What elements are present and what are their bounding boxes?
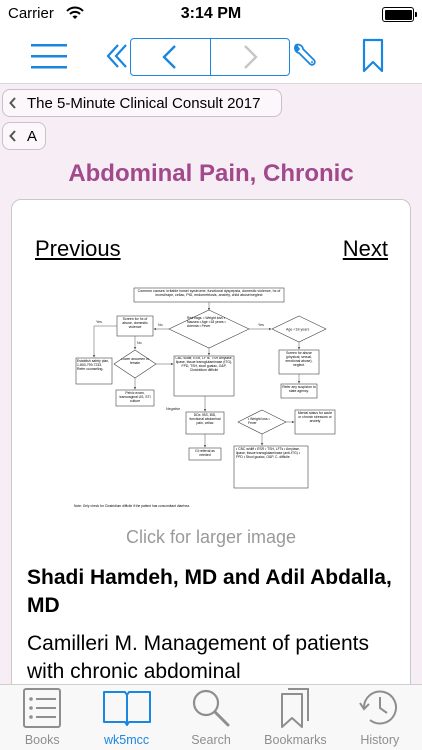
magnifier-icon — [192, 689, 230, 727]
flowchart-image[interactable]: Common causes: irritable bowel syndrome,… — [74, 286, 360, 518]
tab-search[interactable]: Search — [169, 685, 253, 750]
flowchart-diagram: Common causes: irritable bowel syndrome,… — [74, 287, 336, 508]
double-chevron-left-icon — [106, 44, 127, 68]
bookmark-icon — [362, 38, 384, 73]
flow-screen-abuse: Screen for hx of abuse, domestic violenc… — [122, 317, 148, 329]
back-button[interactable] — [131, 39, 211, 75]
books-list-icon — [23, 688, 62, 728]
authors: Shadi Hamdeh, MD and Adil Abdalla, MD — [27, 566, 392, 617]
flow-cbc-workup: CBC w/diff, ESR, LFTs, TSH amylase, lipa… — [175, 357, 233, 372]
breadcrumb-letter[interactable]: A — [2, 122, 46, 150]
flow-age-18: Age <18 years — [286, 328, 309, 332]
chevron-left-icon — [9, 97, 17, 109]
chevron-right-icon — [243, 45, 258, 69]
flow-note: Note: Only check for Clostridium diffici… — [74, 504, 190, 508]
tab-wk5mcc-label: wk5mcc — [104, 733, 150, 747]
toolbar — [0, 28, 422, 84]
flow-yes-label: Yes — [258, 323, 264, 327]
chevron-left-icon — [9, 130, 17, 142]
tab-bookmarks-label: Bookmarks — [264, 733, 327, 747]
page-title: Abdominal Pain, Chronic — [68, 160, 354, 187]
battery-icon — [382, 7, 417, 22]
flow-weight-loss-fever: • Weight loss • Fever — [248, 417, 270, 425]
flow-safety-plan: Establish safety plan, 1-800-799-7233. R… — [77, 359, 110, 371]
next-link[interactable]: Next — [343, 236, 388, 262]
larger-image-link[interactable]: Click for larger image — [12, 527, 410, 548]
wrench-icon — [294, 43, 316, 66]
clock-icon — [358, 690, 397, 725]
flow-workup-list: • CBC w/diff • ESR • TSH, LFTs • Amylase… — [236, 447, 300, 459]
flow-no-label: No — [158, 323, 163, 327]
flow-lower-abdomen: Lower abdomen of female — [121, 358, 149, 365]
page-nav-group — [130, 38, 290, 76]
bookmarks-icon — [281, 688, 310, 728]
flow-screen-physical: Screen for abuse (physical, sexual, emot… — [285, 351, 313, 367]
tab-wk5mcc[interactable]: wk5mcc — [84, 685, 168, 750]
flow-refer-authority: Refer any suspicion to state agency. — [282, 385, 316, 393]
hamburger-icon — [31, 44, 67, 69]
breadcrumb-book-label: The 5-Minute Clinical Consult 2017 — [27, 94, 261, 112]
flow-gi-referral: GI referral as needed — [195, 449, 215, 457]
flow-red-flags: Red flags: • Weight loss • Nausea • Age … — [187, 316, 226, 328]
bookmark-button[interactable] — [358, 36, 388, 76]
breadcrumb-letter-label: A — [27, 127, 38, 145]
tab-books[interactable]: Books — [0, 685, 84, 750]
menu-button[interactable] — [24, 36, 74, 76]
flow-pelvic-exam: Pelvic exam, transvaginal US, STI cultur… — [119, 391, 151, 403]
flow-common-causes: Common causes: irritable bowel syndrome,… — [137, 289, 281, 298]
status-time: 3:14 PM — [180, 5, 242, 22]
chevron-left-icon — [162, 45, 177, 69]
content-card: Previous Next Common causes: irritable b… — [11, 199, 411, 750]
status-bar: Carrier 3:14 PM — [0, 0, 422, 28]
reference-text[interactable]: Camilleri M. Management of patients with… — [27, 630, 402, 686]
tab-history-label: History — [360, 733, 400, 747]
tab-bookmarks[interactable]: Bookmarks — [253, 685, 337, 750]
tab-bar: Books wk5mcc Search Bookmarks History — [0, 684, 422, 750]
flow-mental-status: Mental status for acute or chronic stres… — [297, 411, 333, 423]
tab-search-label: Search — [191, 733, 231, 747]
previous-link[interactable]: Previous — [35, 236, 121, 262]
flow-ddx: DDx: IBS, IBD, functional abdominal pain… — [189, 413, 221, 425]
forward-button[interactable] — [211, 39, 290, 75]
settings-button[interactable] — [290, 38, 320, 74]
flow-yes-label: Yes — [96, 320, 102, 324]
open-book-icon — [102, 691, 151, 726]
flow-no-label: No — [137, 341, 142, 345]
breadcrumb-book[interactable]: The 5-Minute Clinical Consult 2017 — [2, 89, 282, 117]
tab-books-label: Books — [24, 733, 60, 747]
tab-history[interactable]: History — [338, 685, 422, 750]
first-page-button[interactable] — [104, 38, 130, 74]
flow-negative-label: Negative — [166, 407, 180, 411]
